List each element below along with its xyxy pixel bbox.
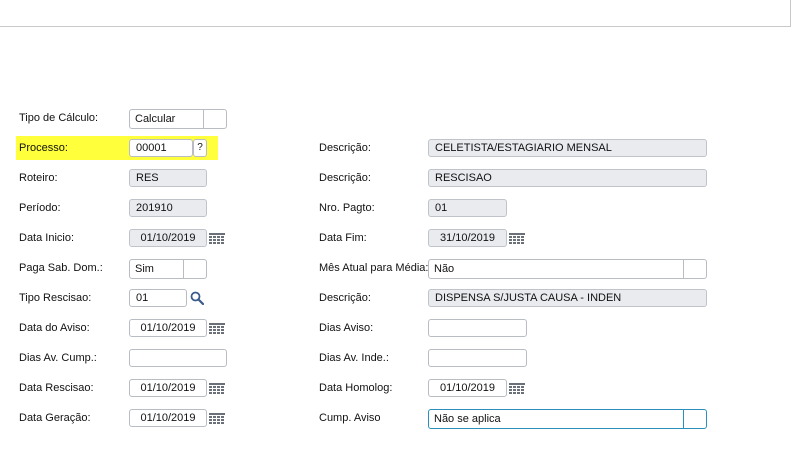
roteiro-descricao-field: RESCISAO — [428, 169, 707, 187]
cump-aviso-value: Não se aplica — [434, 413, 501, 425]
dias-aviso-input[interactable] — [428, 319, 527, 337]
data-aviso-label: Data do Aviso: — [19, 322, 90, 334]
tipo-calculo-dropdown[interactable] — [203, 110, 226, 128]
tipo-calculo-select[interactable]: Calcular — [129, 109, 227, 129]
rescisao-descricao-field: DISPENSA S/JUSTA CAUSA - INDEN — [428, 289, 707, 307]
roteiro-descricao-label: Descrição: — [319, 172, 371, 184]
data-fim-field: 31/10/2019 — [428, 229, 507, 247]
data-rescisao-input[interactable]: 01/10/2019 — [129, 379, 207, 397]
processo-descricao-label: Descrição: — [319, 142, 371, 154]
roteiro-field: RES — [129, 169, 207, 187]
dias-av-inde-input[interactable] — [428, 349, 527, 367]
paga-sab-dom-select[interactable]: Sim — [129, 259, 207, 279]
data-rescisao-label: Data Rescisao: — [19, 382, 94, 394]
data-geracao-label: Data Geração: — [19, 412, 91, 424]
periodo-field: 201910 — [129, 199, 207, 217]
cump-aviso-dropdown[interactable] — [683, 410, 706, 428]
dias-av-inde-label: Dias Av. Inde.: — [319, 352, 389, 364]
rescisao-descricao-label: Descrição: — [319, 292, 371, 304]
tipo-calculo-value: Calcular — [135, 113, 176, 125]
cump-aviso-select[interactable]: Não se aplica — [428, 409, 707, 429]
data-geracao-input[interactable]: 01/10/2019 — [129, 409, 207, 427]
dias-av-cump-input[interactable] — [129, 349, 227, 367]
calendar-icon[interactable] — [509, 233, 525, 245]
data-homolog-input[interactable]: 01/10/2019 — [428, 379, 507, 397]
data-fim-label: Data Fim: — [319, 232, 367, 244]
mes-atual-media-dropdown[interactable] — [683, 260, 706, 278]
tipo-rescisao-label: Tipo Rescisao: — [19, 292, 92, 304]
data-inicio-label: Data Inicio: — [19, 232, 75, 244]
mes-atual-media-value: Não — [434, 263, 455, 275]
search-icon[interactable] — [190, 291, 204, 305]
nro-pagto-label: Nro. Pagto: — [319, 202, 375, 214]
data-aviso-input[interactable]: 01/10/2019 — [129, 319, 207, 337]
calendar-icon[interactable] — [209, 323, 225, 335]
nro-pagto-field: 01 — [428, 199, 507, 217]
cump-aviso-label: Cump. Aviso — [319, 412, 381, 424]
dias-av-cump-label: Dias Av. Cump.: — [19, 352, 97, 364]
dias-aviso-label: Dias Aviso: — [319, 322, 374, 334]
tipo-rescisao-input[interactable]: 01 — [129, 289, 187, 307]
roteiro-label: Roteiro: — [19, 172, 58, 184]
tipo-calculo-label: Tipo de Cálculo: — [19, 112, 99, 124]
mes-atual-media-select[interactable]: Não — [428, 259, 707, 279]
calendar-icon[interactable] — [209, 413, 225, 425]
calendar-icon[interactable] — [209, 233, 225, 245]
data-homolog-label: Data Homolog: — [319, 382, 393, 394]
processo-label: Processo: — [19, 142, 68, 154]
paga-sab-dom-label: Paga Sab. Dom.: — [19, 262, 103, 274]
mes-atual-media-label: Mês Atual para Média: — [319, 262, 429, 274]
calendar-icon[interactable] — [509, 383, 525, 395]
processo-input[interactable]: 00001 — [129, 139, 193, 157]
paga-sab-dom-value: Sim — [135, 263, 154, 275]
calendar-icon[interactable] — [209, 383, 225, 395]
paga-sab-dom-dropdown[interactable] — [183, 260, 206, 278]
processo-help-button[interactable]: ? — [193, 139, 207, 157]
processo-descricao-field: CELETISTA/ESTAGIARIO MENSAL — [428, 139, 707, 157]
periodo-label: Período: — [19, 202, 61, 214]
top-bar — [0, 0, 791, 27]
data-inicio-field: 01/10/2019 — [129, 229, 207, 247]
